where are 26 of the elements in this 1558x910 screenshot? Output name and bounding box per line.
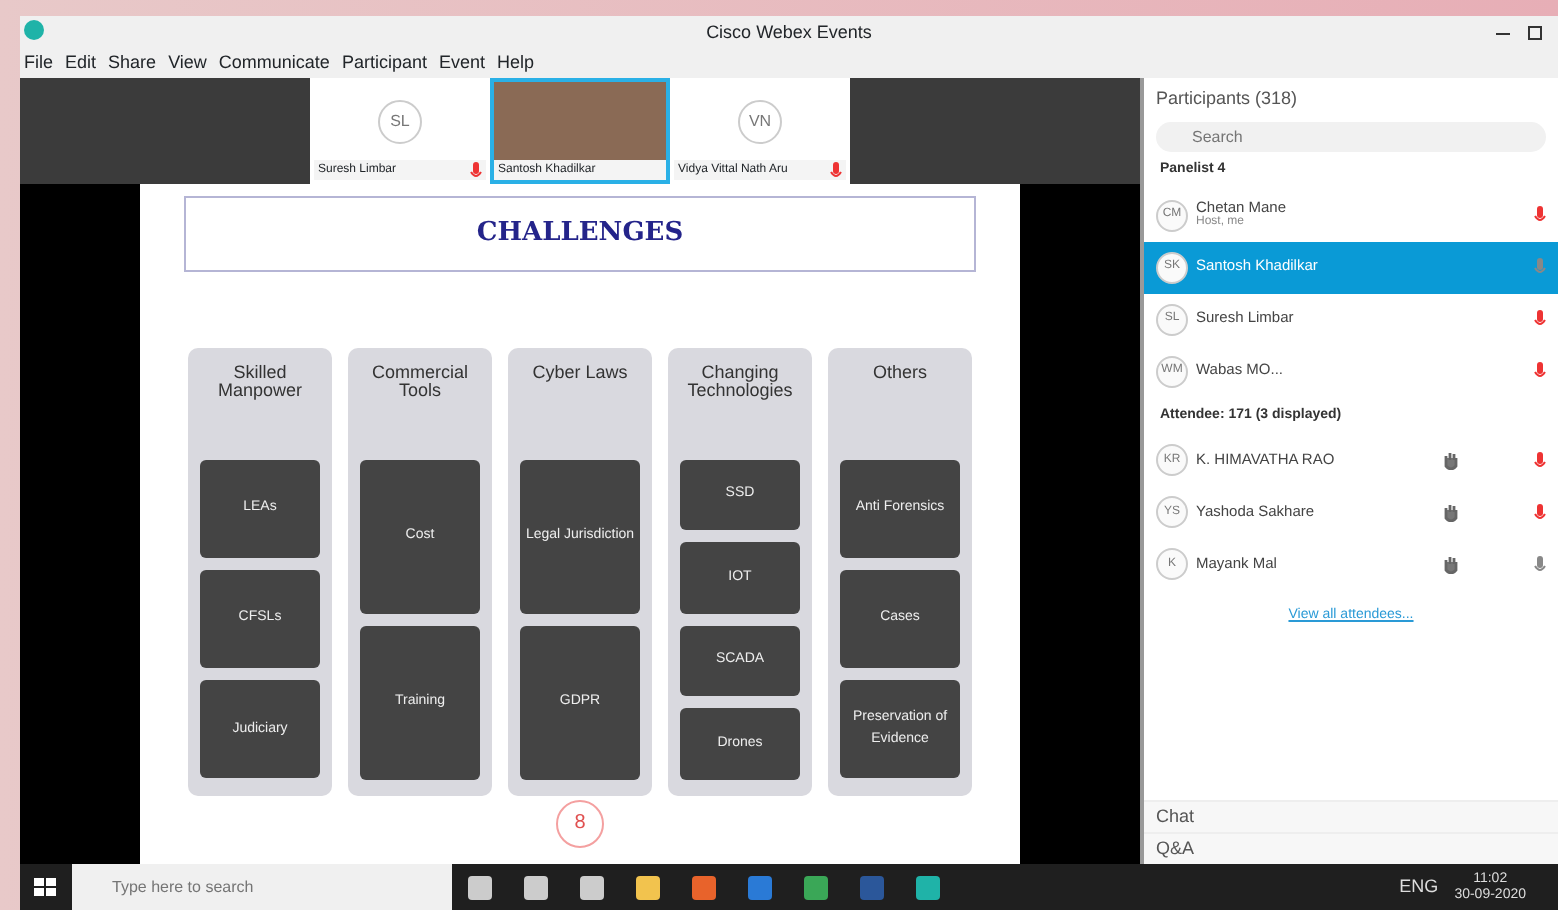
page-number: 8	[556, 799, 604, 847]
category-heading: Changing Technologies	[685, 363, 795, 405]
menu-item[interactable]: Edit	[65, 50, 97, 78]
menu-item[interactable]: Share	[108, 50, 157, 78]
avatar-initials: SL	[378, 99, 422, 143]
app-logo-icon	[24, 20, 44, 40]
menu-item[interactable]: File	[24, 50, 54, 78]
menu-item[interactable]: Event	[438, 50, 485, 78]
section-header[interactable]: Q&A	[1156, 835, 1195, 863]
panel-title: Participants (318)	[1156, 86, 1298, 113]
menu-item[interactable]: Communicate	[218, 50, 330, 78]
search-field[interactable]: Search	[1156, 122, 1546, 152]
menu-item[interactable]: Participant	[341, 50, 427, 78]
window-title: Cisco Webex Events	[706, 19, 872, 46]
slide-title: CHALLENGES	[184, 196, 976, 271]
menu-item[interactable]: View	[168, 50, 207, 78]
category-heading: Cyber Laws	[532, 363, 628, 386]
menu-item[interactable]: Help	[497, 50, 535, 78]
maximize-icon[interactable]	[1528, 26, 1542, 40]
category-heading: Commercial Tools	[369, 363, 470, 405]
category-heading: Skilled Manpower	[215, 363, 305, 405]
category-heading: Others	[872, 363, 927, 385]
avatar-initials: VN	[738, 99, 782, 143]
taskbar-search-field[interactable]: Type here to search	[72, 864, 452, 910]
section-header[interactable]: Chat	[1156, 803, 1195, 831]
language-indicator[interactable]: ENG	[1399, 873, 1439, 901]
